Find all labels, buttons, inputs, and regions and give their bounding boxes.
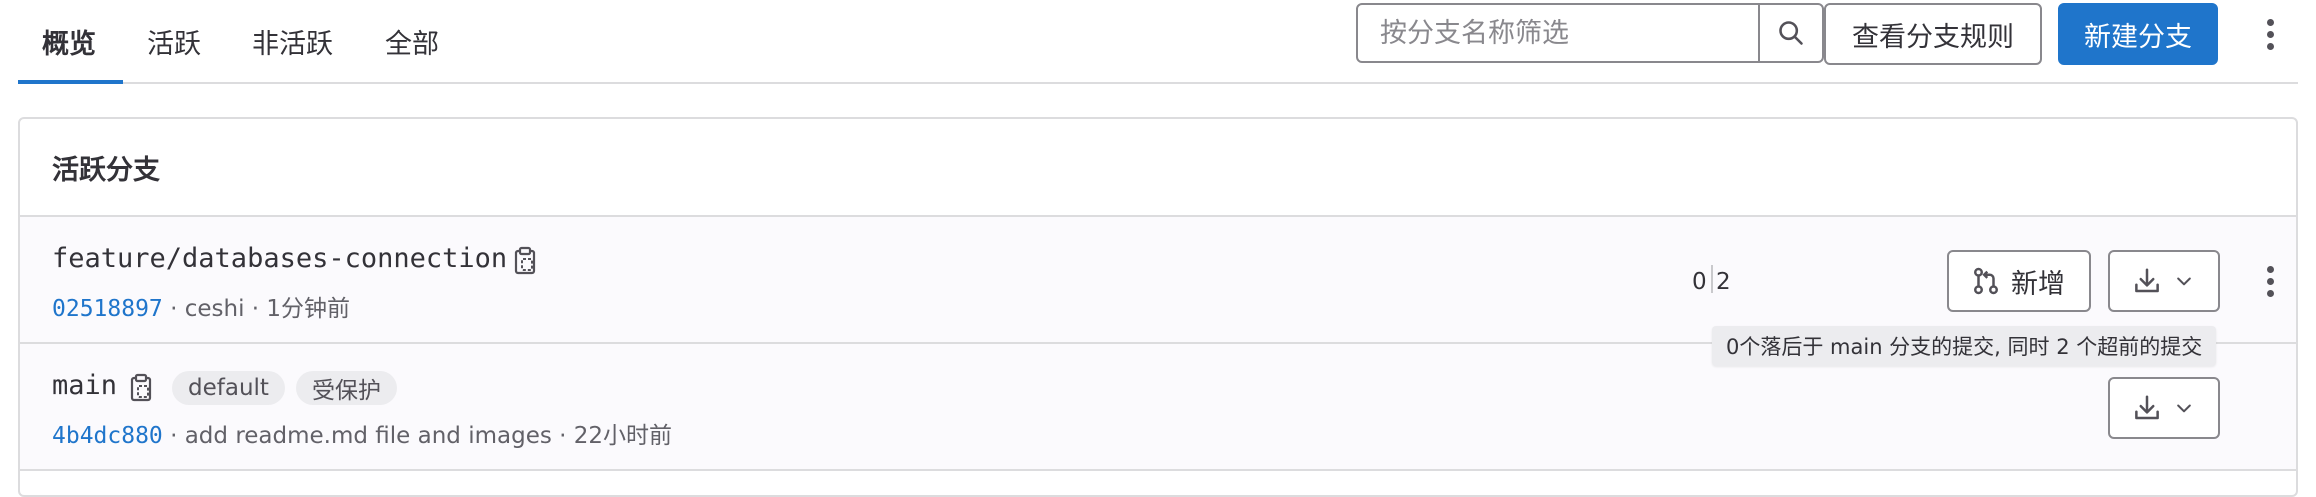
chevron-down-icon: [2177, 277, 2191, 286]
protected-badge: 受保护: [296, 371, 397, 405]
divergence-graph-divider: [1711, 265, 1713, 293]
active-branches-panel: 活跃分支 feature/databases-connection 025188…: [18, 117, 2298, 497]
merge-request-icon: [1974, 267, 1998, 295]
section-title-text: 活跃分支: [52, 154, 160, 186]
commit-meta-text: · ceshi · 1分钟前: [162, 296, 351, 322]
view-branch-rules-button[interactable]: 查看分支规则: [1824, 3, 2042, 65]
branches-top-bar: 概览 活跃 非活跃 全部 查看分支规则 新建分支: [18, 0, 2298, 84]
new-merge-request-button[interactable]: 新增: [1947, 250, 2091, 312]
tab-all-label: 全部: [385, 28, 439, 60]
copy-branch-name-icon[interactable]: [128, 372, 154, 408]
download-icon: [2135, 395, 2159, 420]
search-icon: [1779, 21, 1803, 45]
default-badge: default: [172, 371, 285, 405]
divergence-tooltip: 0个落后于 main 分支的提交, 同时 2 个超前的提交: [1712, 326, 2217, 366]
branch-row: feature/databases-connection 02518897 · …: [20, 217, 2296, 344]
tab-active-label: 活跃: [147, 28, 201, 60]
tab-overview-label: 概览: [42, 28, 96, 60]
ahead-count: 2: [1716, 269, 1731, 295]
copy-branch-name-icon[interactable]: [512, 245, 538, 281]
protected-badge-label: 受保护: [312, 378, 381, 404]
new-branch-button[interactable]: 新建分支: [2058, 3, 2218, 65]
new-merge-request-label: 新增: [2011, 268, 2065, 300]
chevron-down-icon: [2177, 404, 2191, 413]
download-dropdown[interactable]: [2108, 250, 2220, 312]
branch-search-input[interactable]: [1358, 5, 1758, 61]
new-branch-label: 新建分支: [2084, 21, 2192, 53]
branch-search-box: [1356, 3, 1824, 63]
more-actions-icon[interactable]: [2260, 14, 2280, 54]
branch-name-link[interactable]: feature/databases-connection: [52, 243, 507, 274]
branch-more-actions-icon[interactable]: [2260, 261, 2280, 301]
download-icon: [2135, 268, 2159, 293]
commit-sha-link[interactable]: 4b4dc880: [52, 423, 163, 449]
tab-inactive-label: 非活跃: [252, 28, 333, 60]
behind-count: 0: [1692, 269, 1707, 295]
commit-meta: 02518897 · ceshi · 1分钟前: [52, 289, 350, 323]
section-title: 活跃分支: [20, 119, 2296, 217]
commit-sha-link[interactable]: 02518897: [52, 296, 163, 322]
tab-all[interactable]: 全部: [385, 0, 439, 82]
download-dropdown[interactable]: [2108, 377, 2220, 439]
commit-meta: 4b4dc880 · add readme.md file and images…: [52, 416, 672, 450]
tab-active[interactable]: 活跃: [147, 0, 201, 82]
active-tab-indicator: [18, 80, 123, 84]
view-branch-rules-label: 查看分支规则: [1852, 21, 2014, 53]
divergence-tooltip-text: 0个落后于 main 分支的提交, 同时 2 个超前的提交: [1726, 335, 2203, 359]
tab-inactive[interactable]: 非活跃: [252, 0, 333, 82]
default-badge-label: default: [188, 375, 269, 401]
search-button[interactable]: [1758, 5, 1822, 61]
tab-overview[interactable]: 概览: [42, 0, 96, 82]
branch-name-link[interactable]: main: [52, 370, 117, 401]
commit-meta-text: · add readme.md file and images · 22小时前: [162, 423, 673, 449]
